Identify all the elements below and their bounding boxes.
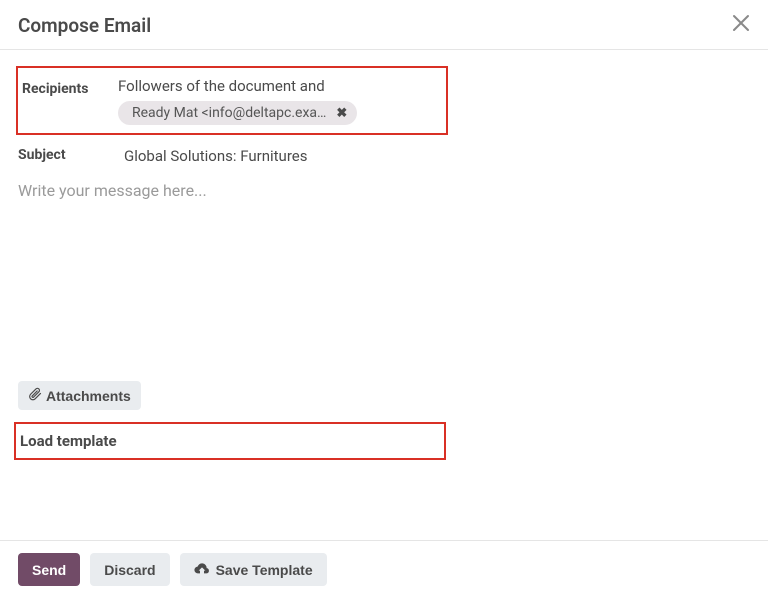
close-icon[interactable]	[732, 14, 750, 37]
recipients-field[interactable]: Followers of the document and Ready Mat …	[118, 77, 444, 125]
send-button[interactable]: Send	[18, 553, 80, 586]
subject-input[interactable]: Global Solutions: Furnitures	[116, 143, 307, 165]
subject-row: Subject Global Solutions: Furnitures	[18, 143, 750, 165]
dialog-title: Compose Email	[18, 14, 151, 37]
recipient-tag-text: Ready Mat <info@deltapc.exa…	[132, 105, 326, 121]
recipient-tag[interactable]: Ready Mat <info@deltapc.exa… ✖	[118, 101, 357, 125]
compose-email-dialog: Compose Email Recipients Followers of th…	[0, 0, 768, 602]
load-template-highlight-box[interactable]: Load template	[14, 422, 446, 460]
recipients-highlight-box: Recipients Followers of the document and…	[16, 66, 448, 135]
recipients-intro-text: Followers of the document and	[118, 77, 444, 95]
recipients-label: Recipients	[20, 77, 118, 97]
dialog-header: Compose Email	[0, 0, 768, 49]
discard-button[interactable]: Discard	[90, 553, 169, 586]
subject-label: Subject	[18, 143, 116, 163]
dialog-body: Recipients Followers of the document and…	[0, 50, 768, 460]
save-template-button[interactable]: Save Template	[180, 553, 327, 586]
load-template-label: Load template	[20, 432, 117, 450]
save-template-label: Save Template	[216, 562, 313, 578]
paperclip-icon	[28, 387, 42, 404]
attachments-button[interactable]: Attachments	[18, 381, 141, 410]
dialog-footer: Send Discard Save Template	[0, 540, 768, 598]
discard-label: Discard	[104, 562, 155, 578]
send-label: Send	[32, 562, 66, 578]
message-editor[interactable]: Write your message here...	[18, 181, 750, 361]
remove-icon[interactable]: ✖	[336, 106, 347, 121]
cloud-upload-icon	[194, 561, 210, 578]
attachments-label: Attachments	[46, 388, 131, 404]
